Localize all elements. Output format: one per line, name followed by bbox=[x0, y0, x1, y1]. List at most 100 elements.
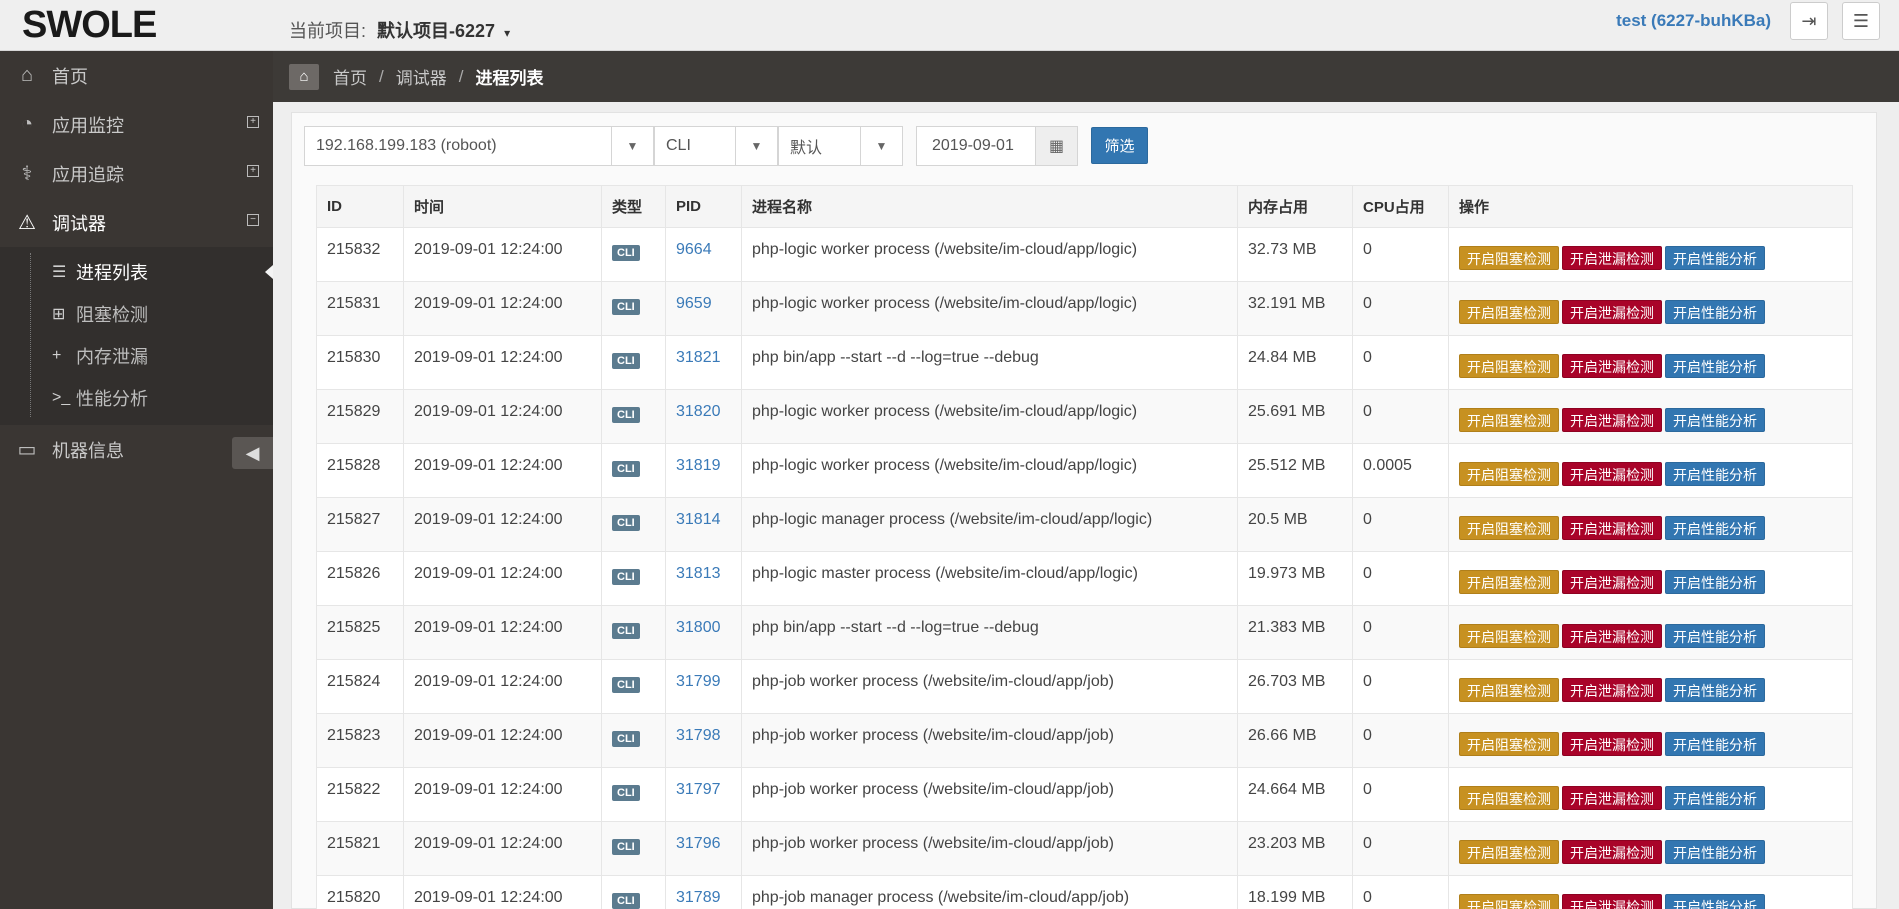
start-block-detect-button[interactable]: 开启阻塞检测 bbox=[1459, 354, 1559, 378]
breadcrumb-item-current: 进程列表 bbox=[475, 69, 544, 88]
sidebar-collapse-button[interactable]: ◀ bbox=[232, 437, 273, 469]
start-block-detect-button[interactable]: 开启阻塞检测 bbox=[1459, 516, 1559, 540]
type-badge: CLI bbox=[612, 731, 640, 747]
project-value[interactable]: 默认项目-6227 bbox=[377, 21, 495, 41]
pid-link[interactable]: 31789 bbox=[676, 889, 721, 906]
start-perf-analysis-button[interactable]: 开启性能分析 bbox=[1665, 300, 1765, 324]
pid-link[interactable]: 9664 bbox=[676, 241, 712, 258]
start-block-detect-button[interactable]: 开启阻塞检测 bbox=[1459, 894, 1559, 909]
logout-button[interactable]: ⇥ bbox=[1790, 2, 1828, 40]
breadcrumb: ⌂ 首页 / 调试器 / 进程列表 bbox=[273, 51, 1899, 102]
pid-link[interactable]: 31821 bbox=[676, 349, 721, 366]
start-block-detect-button[interactable]: 开启阻塞检测 bbox=[1459, 570, 1559, 594]
sidebar-item-debugger[interactable]: ⚠ 调试器 − bbox=[0, 198, 273, 247]
expand-icon[interactable]: + bbox=[247, 116, 259, 128]
cell-pid: 31789 bbox=[665, 875, 742, 909]
start-block-detect-button[interactable]: 开启阻塞检测 bbox=[1459, 300, 1559, 324]
start-perf-analysis-button[interactable]: 开启性能分析 bbox=[1665, 246, 1765, 270]
start-leak-detect-button[interactable]: 开启泄漏检测 bbox=[1562, 840, 1662, 864]
expand-icon[interactable]: + bbox=[247, 165, 259, 177]
user-name[interactable]: test (6227-buhKBa) bbox=[1616, 11, 1771, 31]
project-label: 当前项目: bbox=[289, 21, 367, 41]
start-leak-detect-button[interactable]: 开启泄漏检测 bbox=[1562, 300, 1662, 324]
sidebar-subitem-block-detect[interactable]: ⊞ 阻塞检测 bbox=[0, 293, 273, 335]
filter-button[interactable]: 筛选 bbox=[1091, 127, 1148, 164]
pid-link[interactable]: 31796 bbox=[676, 835, 721, 852]
sidebar-item-app-monitor[interactable]: ◔ 应用监控 + bbox=[0, 100, 273, 149]
start-block-detect-button[interactable]: 开启阻塞检测 bbox=[1459, 408, 1559, 432]
warning-icon: ⚠ bbox=[18, 212, 36, 234]
pid-link[interactable]: 31800 bbox=[676, 619, 721, 636]
start-leak-detect-button[interactable]: 开启泄漏检测 bbox=[1562, 246, 1662, 270]
cell-cpu: 0 bbox=[1352, 821, 1449, 876]
start-leak-detect-button[interactable]: 开启泄漏检测 bbox=[1562, 570, 1662, 594]
pid-link[interactable]: 31819 bbox=[676, 457, 721, 474]
cell-type: CLI bbox=[601, 605, 666, 660]
start-block-detect-button[interactable]: 开启阻塞检测 bbox=[1459, 840, 1559, 864]
breadcrumb-item-debugger[interactable]: 调试器 bbox=[396, 64, 447, 89]
start-perf-analysis-button[interactable]: 开启性能分析 bbox=[1665, 678, 1765, 702]
table-row: 215827 2019-09-01 12:24:00 CLI 31814 php-log… bbox=[316, 497, 1853, 552]
env-select[interactable]: 默认 ▼ bbox=[778, 126, 903, 166]
start-leak-detect-button[interactable]: 开启泄漏检测 bbox=[1562, 894, 1662, 909]
start-perf-analysis-button[interactable]: 开启性能分析 bbox=[1665, 408, 1765, 432]
start-block-detect-button[interactable]: 开启阻塞检测 bbox=[1459, 462, 1559, 486]
pid-link[interactable]: 31799 bbox=[676, 673, 721, 690]
sidebar-subitem-process-list[interactable]: ☰ 进程列表 bbox=[0, 251, 273, 293]
start-perf-analysis-button[interactable]: 开启性能分析 bbox=[1665, 354, 1765, 378]
cell-cpu: 0 bbox=[1352, 713, 1449, 768]
host-select[interactable]: 192.168.199.183 (roboot) ▼ bbox=[304, 126, 654, 166]
cell-cpu: 0 bbox=[1352, 497, 1449, 552]
start-block-detect-button[interactable]: 开启阻塞检测 bbox=[1459, 624, 1559, 648]
cell-time: 2019-09-01 12:24:00 bbox=[403, 227, 602, 282]
cell-id: 215825 bbox=[316, 605, 404, 660]
start-perf-analysis-button[interactable]: 开启性能分析 bbox=[1665, 732, 1765, 756]
start-perf-analysis-button[interactable]: 开启性能分析 bbox=[1665, 840, 1765, 864]
start-leak-detect-button[interactable]: 开启泄漏检测 bbox=[1562, 786, 1662, 810]
top-navbar: SWOLE 当前项目: 默认项目-6227 ▾ test (6227-buhKB… bbox=[0, 0, 1899, 51]
pid-link[interactable]: 9659 bbox=[676, 295, 712, 312]
start-leak-detect-button[interactable]: 开启泄漏检测 bbox=[1562, 624, 1662, 648]
start-leak-detect-button[interactable]: 开启泄漏检测 bbox=[1562, 408, 1662, 432]
cell-id: 215821 bbox=[316, 821, 404, 876]
sidebar-subitem-label: 性能分析 bbox=[76, 389, 148, 409]
sidebar-subitem-memory-leak[interactable]: + 内存泄漏 bbox=[0, 335, 273, 377]
collapse-icon[interactable]: − bbox=[247, 214, 259, 226]
start-perf-analysis-button[interactable]: 开启性能分析 bbox=[1665, 894, 1765, 909]
start-leak-detect-button[interactable]: 开启泄漏检测 bbox=[1562, 678, 1662, 702]
start-block-detect-button[interactable]: 开启阻塞检测 bbox=[1459, 678, 1559, 702]
pid-link[interactable]: 31820 bbox=[676, 403, 721, 420]
menu-toggle-button[interactable]: ☰ bbox=[1842, 2, 1880, 40]
pid-link[interactable]: 31814 bbox=[676, 511, 721, 528]
home-button[interactable]: ⌂ bbox=[289, 63, 319, 90]
start-block-detect-button[interactable]: 开启阻塞检测 bbox=[1459, 732, 1559, 756]
date-input[interactable]: 2019-09-01 ▦ bbox=[916, 126, 1078, 166]
start-perf-analysis-button[interactable]: 开启性能分析 bbox=[1665, 624, 1765, 648]
project-selector[interactable]: 当前项目: 默认项目-6227 ▾ bbox=[289, 17, 510, 43]
logo[interactable]: SWOLE bbox=[22, 4, 157, 46]
pid-link[interactable]: 31797 bbox=[676, 781, 721, 798]
start-perf-analysis-button[interactable]: 开启性能分析 bbox=[1665, 516, 1765, 540]
start-leak-detect-button[interactable]: 开启泄漏检测 bbox=[1562, 462, 1662, 486]
start-leak-detect-button[interactable]: 开启泄漏检测 bbox=[1562, 516, 1662, 540]
start-perf-analysis-button[interactable]: 开启性能分析 bbox=[1665, 786, 1765, 810]
cell-id: 215830 bbox=[316, 335, 404, 390]
sidebar-subitem-perf-analysis[interactable]: >_ 性能分析 bbox=[0, 377, 273, 419]
start-perf-analysis-button[interactable]: 开启性能分析 bbox=[1665, 462, 1765, 486]
calendar-icon[interactable]: ▦ bbox=[1035, 127, 1077, 165]
sidebar-item-home[interactable]: ⌂ 首页 bbox=[0, 51, 273, 100]
start-leak-detect-button[interactable]: 开启泄漏检测 bbox=[1562, 732, 1662, 756]
pid-link[interactable]: 31798 bbox=[676, 727, 721, 744]
type-select[interactable]: CLI ▼ bbox=[654, 126, 778, 166]
start-perf-analysis-button[interactable]: 开启性能分析 bbox=[1665, 570, 1765, 594]
start-block-detect-button[interactable]: 开启阻塞检测 bbox=[1459, 246, 1559, 270]
cell-actions: 开启阻塞检测 开启泄漏检测 开启性能分析 bbox=[1448, 281, 1853, 336]
list-icon: ☰ bbox=[52, 264, 67, 281]
sidebar-subitem-label: 阻塞检测 bbox=[76, 305, 148, 325]
column-header: 内存占用 bbox=[1237, 185, 1353, 228]
pid-link[interactable]: 31813 bbox=[676, 565, 721, 582]
breadcrumb-item-home[interactable]: 首页 bbox=[333, 64, 367, 89]
start-block-detect-button[interactable]: 开启阻塞检测 bbox=[1459, 786, 1559, 810]
start-leak-detect-button[interactable]: 开启泄漏检测 bbox=[1562, 354, 1662, 378]
sidebar-item-app-trace[interactable]: ⚕ 应用追踪 + bbox=[0, 149, 273, 198]
